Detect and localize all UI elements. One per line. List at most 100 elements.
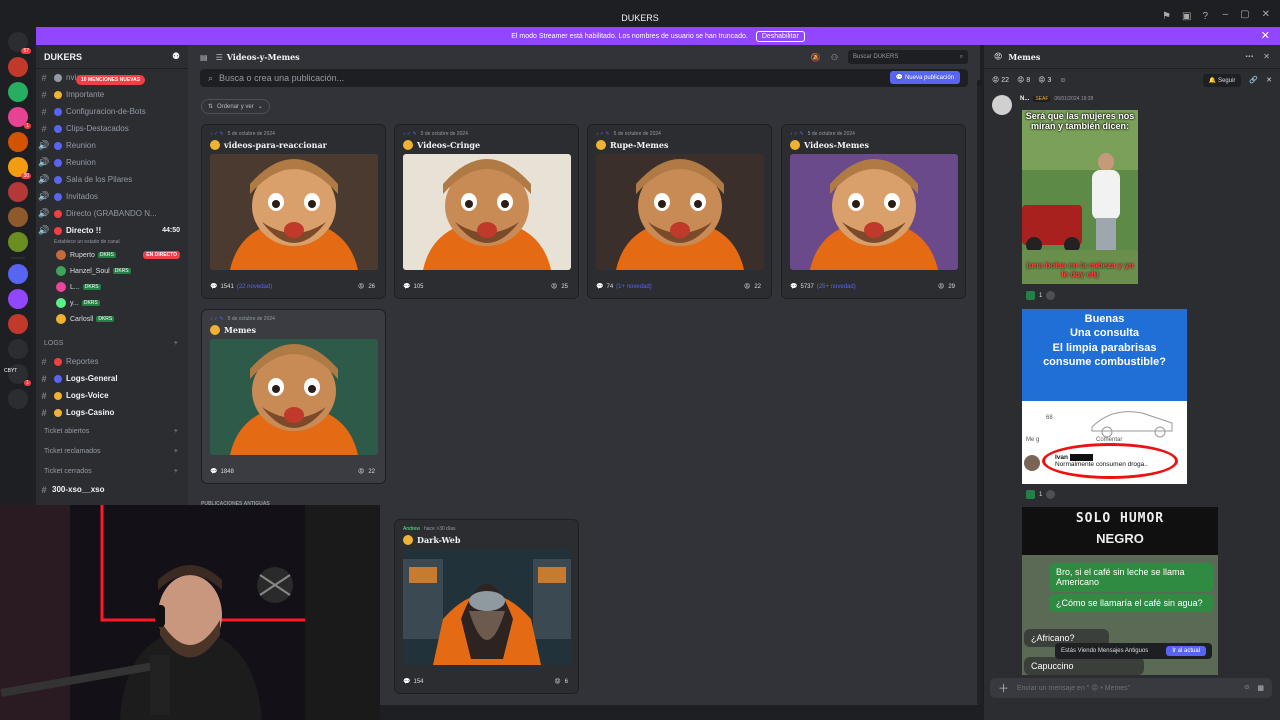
- minimize-button[interactable]: –: [1223, 9, 1229, 20]
- chat-bubble-4: Capuccino: [1024, 657, 1144, 675]
- server-header[interactable]: DUKERS ⚉: [36, 45, 188, 69]
- reaction[interactable]: 😡 25: [551, 283, 568, 291]
- reaction[interactable]: 😡 22: [744, 283, 761, 291]
- call-timer: 44:50: [162, 227, 180, 234]
- maximize-button[interactable]: ▢: [1240, 9, 1249, 20]
- follow-button[interactable]: 🔔 Seguir: [1202, 73, 1242, 87]
- channel-name: Sala de los Pilares: [66, 175, 133, 184]
- disable-streamer-button[interactable]: Deshabilitar: [755, 30, 805, 42]
- server-icon[interactable]: [8, 82, 28, 102]
- channel-item-live[interactable]: 🔊 Directo !! 44:50: [36, 222, 188, 239]
- thread-reaction[interactable]: 😡 3: [1038, 76, 1051, 84]
- close-thread-icon[interactable]: ✕: [1263, 52, 1270, 61]
- add-channel-icon[interactable]: +: [174, 340, 178, 347]
- voice-user[interactable]: L... DKRS: [36, 279, 188, 295]
- forum-post-card[interactable]: ♪ ✓ ✎ 5 de octubre de 2024 videos-para-rea…: [201, 124, 386, 299]
- forum-scrollbar[interactable]: [977, 80, 982, 705]
- channel-item[interactable]: # Logs-General: [36, 370, 188, 387]
- top-search-input[interactable]: Buscar DUKERS ⌕: [848, 50, 968, 64]
- members-icon[interactable]: ⚇: [831, 53, 838, 62]
- jump-to-present-button[interactable]: Ir al actual: [1166, 646, 1206, 656]
- forum-post-card[interactable]: ♪ ✓ ✎ 5 de octubre de 2024 Rupe-Memes 💬 74 (1…: [587, 124, 772, 299]
- server-icon[interactable]: 1: [8, 107, 31, 129]
- threads-icon[interactable]: ▤: [200, 53, 208, 62]
- forum-post-card[interactable]: ♪ ✓ ✎ 5 de octubre de 2024 Memes 💬 1848 😡 22: [201, 309, 386, 484]
- reaction[interactable]: 😡 26: [358, 283, 375, 291]
- forum-post-card[interactable]: ♪ ✓ ✎ 5 de octubre de 2024 Videos-Cringe 💬 1…: [394, 124, 579, 299]
- thread-reaction[interactable]: 😡 8: [1017, 76, 1030, 84]
- sort-button[interactable]: ⇅ Ordenar y ver ⌄: [201, 99, 270, 114]
- check-reaction-icon[interactable]: [1026, 291, 1035, 300]
- server-icon[interactable]: [8, 182, 28, 202]
- close-window-button[interactable]: ✕: [1262, 9, 1270, 20]
- link-icon[interactable]: 🔗: [1249, 76, 1258, 84]
- add-reaction-icon[interactable]: [1046, 490, 1056, 499]
- screen-icon[interactable]: ▣: [1182, 11, 1191, 22]
- channel-item[interactable]: # Importante: [36, 86, 188, 103]
- channel-item[interactable]: 🔊 Invitados: [36, 188, 188, 205]
- new-mentions-badge[interactable]: 10 MENCIONES NUEVAS: [76, 75, 146, 85]
- channel-item[interactable]: # Reportes: [36, 353, 188, 370]
- channel-item[interactable]: 🔊 Reunion: [36, 154, 188, 171]
- add-reaction-icon[interactable]: [1046, 291, 1056, 300]
- server-icon[interactable]: [8, 207, 28, 227]
- add-reaction-icon[interactable]: ☺: [1059, 77, 1066, 84]
- forum-post-card[interactable]: ♪ ✓ ✎ 5 de octubre de 2024 Videos-Memes 💬 57…: [781, 124, 966, 299]
- server-icon[interactable]: 30: [8, 157, 31, 179]
- add-member-icon[interactable]: ⚉: [172, 51, 180, 62]
- meme-image-1[interactable]: Será que las mujeres nos miran y también…: [1022, 110, 1138, 284]
- voice-user[interactable]: y... DKRS: [36, 295, 188, 311]
- channel-item[interactable]: # Logs-Voice: [36, 387, 188, 404]
- add-channel-icon[interactable]: +: [174, 428, 178, 435]
- channel-item[interactable]: # Configuracion-de-Bots: [36, 103, 188, 120]
- ticket-category[interactable]: Ticket abiertos +: [36, 421, 188, 441]
- server-icon[interactable]: [8, 57, 28, 77]
- voice-user[interactable]: Ruperto DKRS EN DIRECTO: [36, 247, 188, 263]
- server-icon[interactable]: 57: [8, 32, 31, 54]
- reaction[interactable]: 😡 6: [554, 678, 568, 686]
- close-icon[interactable]: ✕: [1266, 76, 1272, 84]
- message-composer[interactable]: ＋ Enviar un mensaje en " 😡 • Memes" ☺ ▦: [990, 678, 1272, 698]
- thread-reaction[interactable]: 😡 22: [992, 76, 1009, 84]
- server-icon[interactable]: [8, 232, 28, 252]
- add-channel-icon[interactable]: +: [174, 448, 178, 455]
- new-post-button[interactable]: 💬 Nueva publicación: [889, 71, 960, 84]
- reaction[interactable]: 😡 22: [358, 468, 375, 476]
- emoji-picker-icon[interactable]: ☺: [1243, 684, 1250, 692]
- gif-icon[interactable]: ▦: [1257, 684, 1264, 692]
- server-icon[interactable]: [8, 132, 28, 152]
- ticket-category[interactable]: Ticket cerrados +: [36, 461, 188, 481]
- channel-item[interactable]: # Clips-Destacados: [36, 120, 188, 137]
- channel-item[interactable]: #300-xso__xso: [36, 481, 188, 498]
- server-icon[interactable]: [8, 289, 28, 309]
- channel-item[interactable]: 🔊 Reunion: [36, 137, 188, 154]
- forum-post-card[interactable]: Andrew hace >30 días Dark-Web 💬 154 �: [394, 519, 579, 694]
- help-icon[interactable]: ?: [1202, 11, 1208, 22]
- avatar[interactable]: [992, 95, 1012, 115]
- channel-item[interactable]: 🔊 Sala de los Pilares: [36, 171, 188, 188]
- server-icon[interactable]: 1 CBYT: [4, 364, 31, 386]
- mute-icon[interactable]: 🔕: [811, 53, 821, 62]
- voice-user[interactable]: Carlosll DKRS: [36, 311, 188, 327]
- message-input[interactable]: Enviar un mensaje en " 😡 • Memes": [1017, 684, 1130, 692]
- close-banner-icon[interactable]: ✕: [1261, 29, 1270, 42]
- server-icon[interactable]: [8, 314, 28, 334]
- server-icon[interactable]: [8, 339, 28, 359]
- add-attachment-icon[interactable]: ＋: [998, 680, 1009, 696]
- add-channel-icon[interactable]: +: [174, 468, 178, 475]
- meme-image-2[interactable]: Buenas Una consulta El limpia parabrisas co…: [1022, 309, 1187, 484]
- scrollbar-thumb[interactable]: [977, 85, 982, 705]
- server-icon[interactable]: [8, 389, 28, 409]
- channel-item[interactable]: 🔊 Directo (GRABANDO N...: [36, 205, 188, 222]
- reaction[interactable]: 😡 29: [938, 283, 955, 291]
- server-icon[interactable]: [8, 264, 28, 284]
- inbox-icon[interactable]: ⚑: [1162, 11, 1171, 22]
- forum-search-input[interactable]: ⌕ Busca o crea una publicación... 💬 Nuev…: [200, 69, 968, 87]
- post-author[interactable]: N...: [1020, 96, 1029, 102]
- check-reaction-icon[interactable]: [1026, 490, 1035, 499]
- voice-user[interactable]: Hanzel_Soul DKRS: [36, 263, 188, 279]
- channel-item[interactable]: # Logs-Casino: [36, 404, 188, 421]
- more-options-icon[interactable]: ⋯: [1245, 52, 1253, 61]
- category-logs[interactable]: LOGS +: [36, 333, 188, 353]
- ticket-category[interactable]: Ticket reclamados +: [36, 441, 188, 461]
